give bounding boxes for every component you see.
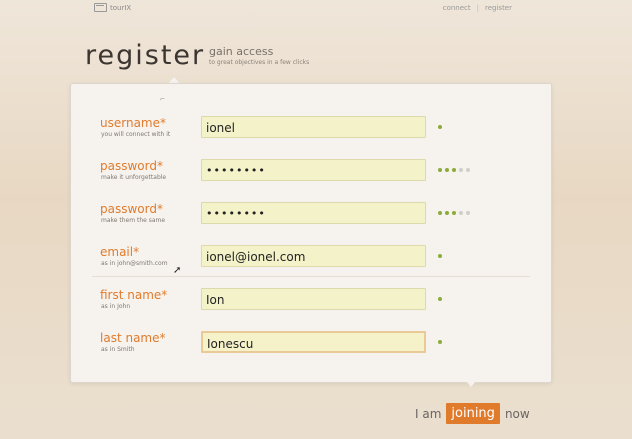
- page-title: register: [85, 40, 206, 71]
- password-confirm-label: password*: [100, 202, 163, 216]
- password-input[interactable]: ••••••••: [201, 159, 426, 181]
- email-hint: as in john@smith.com: [101, 260, 168, 267]
- join-prefix: I am: [415, 406, 442, 421]
- last-name-row: last name* as in Smith Ionescu: [100, 331, 500, 361]
- join-line: I am joining now: [415, 403, 530, 424]
- nav-separator: |: [476, 4, 479, 12]
- panel-pointer-bottom: [466, 381, 476, 387]
- password-strength-dot: [466, 168, 470, 172]
- join-suffix: now: [504, 406, 530, 421]
- last-name-label: last name*: [100, 331, 166, 345]
- last-name-hint: as in Smith: [101, 346, 135, 353]
- password-strength-dot: [438, 168, 442, 172]
- first-name-label: first name*: [100, 288, 168, 302]
- username-row: username* you will connect with it ionel: [100, 116, 500, 146]
- password-strength-dot: [445, 168, 449, 172]
- password-confirm-strength-dot: [438, 211, 442, 215]
- password-hint: make it unforgettable: [101, 174, 167, 181]
- first-name-row: first name* as in John Ion: [100, 288, 500, 318]
- nav-connect-link[interactable]: connect: [443, 4, 471, 12]
- page-subtitle: gain access: [209, 45, 274, 58]
- password-confirm-strength-dot: [452, 211, 456, 215]
- password-strength-dot: [459, 168, 463, 172]
- password-confirm-strength-dot: [459, 211, 463, 215]
- password-confirm-row: password* make them the same ••••••••: [100, 202, 500, 232]
- last-name-valid-indicator: [438, 340, 442, 344]
- username-valid-indicator: [438, 125, 442, 129]
- password-label: password*: [100, 159, 163, 173]
- username-hint: you will connect with it: [101, 131, 171, 138]
- nav-register-link[interactable]: register: [485, 4, 512, 12]
- password-row: password* make it unforgettable ••••••••: [100, 159, 500, 189]
- email-row: email* as in john@smith.com ionel@ionel.…: [100, 245, 500, 275]
- top-nav: connect | register: [443, 4, 512, 12]
- first-name-valid-indicator: [438, 297, 442, 301]
- logo-icon: [94, 3, 107, 12]
- password-strength-dot: [452, 168, 456, 172]
- password-confirm-hint: make them the same: [101, 217, 166, 224]
- last-name-input[interactable]: Ionescu: [201, 331, 426, 353]
- email-valid-indicator: [438, 254, 442, 258]
- mouse-cursor-icon: ➚: [173, 265, 182, 276]
- form-divider: [92, 276, 530, 277]
- logo[interactable]: tourIX: [94, 3, 131, 12]
- first-name-hint: as in John: [101, 303, 131, 310]
- joining-button[interactable]: joining: [446, 403, 500, 424]
- email-label: email*: [100, 245, 140, 259]
- page-subtitle-small: to great objectives in a few clicks: [209, 59, 310, 66]
- password-confirm-input[interactable]: ••••••••: [201, 202, 426, 224]
- top-bar: tourIX connect | register: [0, 0, 632, 18]
- password-confirm-strength-dot: [445, 211, 449, 215]
- email-input[interactable]: ionel@ionel.com: [201, 245, 426, 267]
- password-confirm-strength-dot: [466, 211, 470, 215]
- first-name-input[interactable]: Ion: [201, 288, 426, 310]
- decorative-mark: ⌐: [160, 96, 166, 103]
- logo-text: tourIX: [110, 3, 132, 12]
- username-label: username*: [100, 116, 166, 130]
- username-input[interactable]: ionel: [201, 116, 426, 138]
